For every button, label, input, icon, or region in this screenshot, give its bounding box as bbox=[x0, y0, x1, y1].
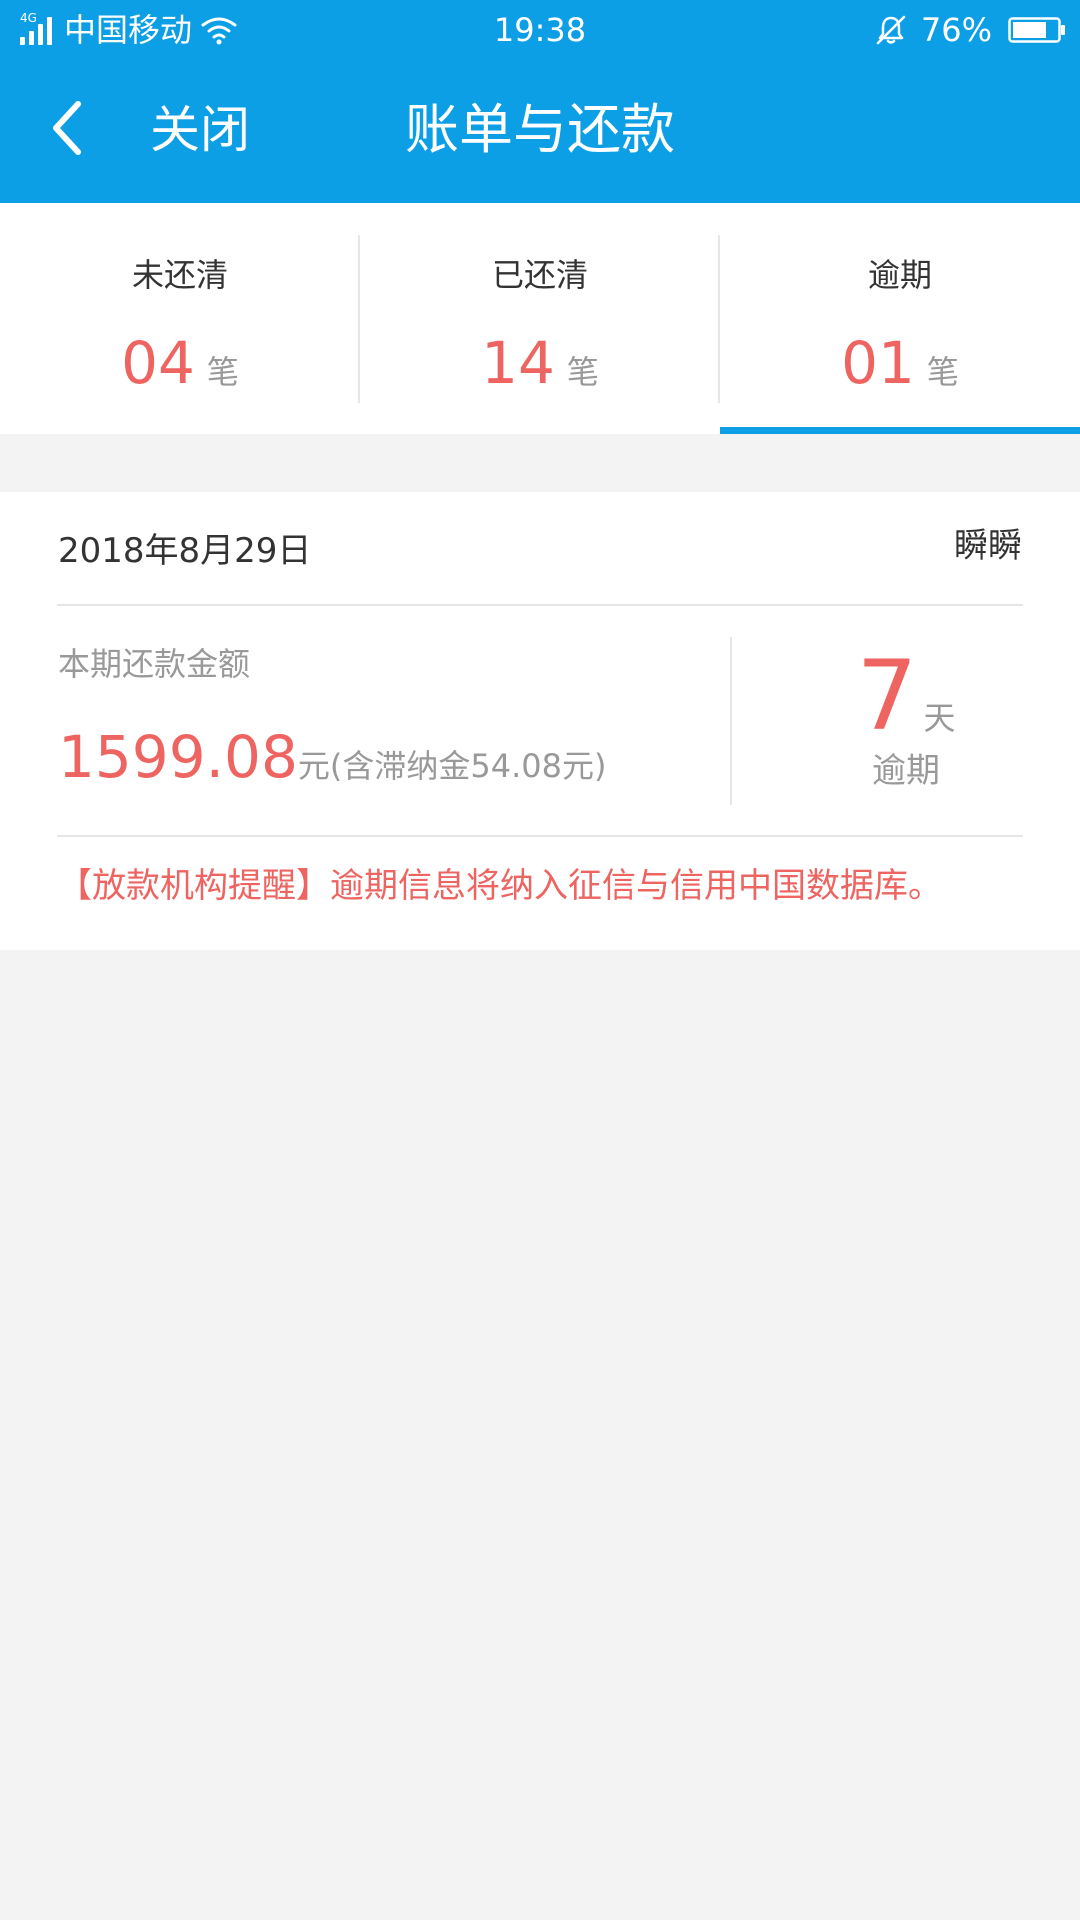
bell-icon bbox=[876, 15, 906, 45]
tab-unit: 笔 bbox=[206, 353, 239, 391]
page-title: 账单与还款 bbox=[405, 98, 675, 161]
tab-count: 01 bbox=[841, 329, 915, 397]
tab-unit: 笔 bbox=[566, 353, 599, 391]
late-fee-note: (含滞纳金54.08元) bbox=[329, 747, 607, 785]
battery-icon bbox=[1008, 17, 1065, 43]
amount-value: 1599.08 bbox=[58, 723, 298, 791]
amount-unit: 元 bbox=[297, 747, 330, 785]
amount-row: 1599.08元(含滞纳金54.08元) bbox=[58, 722, 606, 792]
tab-unit: 笔 bbox=[926, 353, 959, 391]
divider bbox=[57, 604, 1023, 606]
tab-paid[interactable]: 已还清 14 笔 bbox=[360, 203, 720, 434]
overdue-days-row: 7天 bbox=[732, 640, 1080, 752]
bill-status-tabs: 未还清 04 笔 已还清 14 笔 逾期 01 笔 bbox=[0, 203, 1080, 434]
tab-label: 未还清 bbox=[131, 256, 228, 294]
tab-overdue[interactable]: 逾期 01 笔 bbox=[720, 203, 1080, 434]
tab-count-row: 01 笔 bbox=[720, 323, 1080, 403]
tab-count-row: 14 笔 bbox=[360, 323, 720, 403]
bill-date: 2018年8月29日 bbox=[58, 531, 312, 571]
bill-card[interactable]: 2018年8月29日 瞬瞬 本期还款金额 1599.08元(含滞纳金54.08元… bbox=[0, 492, 1080, 950]
tab-count: 04 bbox=[121, 329, 195, 397]
lender-notice: 【放款机构提醒】逾期信息将纳入征信与信用中国数据库。 bbox=[58, 866, 942, 906]
tab-count: 14 bbox=[481, 329, 555, 397]
divider bbox=[57, 835, 1023, 837]
status-bar: 4G 中国移动 19:38 76% bbox=[0, 0, 1080, 58]
selected-tab-indicator bbox=[720, 427, 1080, 434]
tab-unpaid[interactable]: 未还清 04 笔 bbox=[0, 203, 360, 434]
app-header: 4G 中国移动 19:38 76% 关闭 账单与还款 bbox=[0, 0, 1080, 203]
overdue-days: 7 bbox=[856, 640, 918, 752]
status-right: 76% bbox=[875, 10, 1066, 50]
overdue-label: 逾期 bbox=[872, 751, 940, 791]
tab-label: 已还清 bbox=[491, 256, 588, 294]
battery-percent: 76% bbox=[920, 11, 992, 49]
nav-bar: 关闭 账单与还款 bbox=[0, 58, 1080, 203]
bill-merchant: 瞬瞬 bbox=[954, 526, 1022, 566]
amount-label: 本期还款金额 bbox=[58, 645, 251, 683]
tab-label: 逾期 bbox=[867, 256, 932, 294]
overdue-days-unit: 天 bbox=[923, 699, 956, 737]
tab-count-row: 04 笔 bbox=[0, 323, 360, 403]
